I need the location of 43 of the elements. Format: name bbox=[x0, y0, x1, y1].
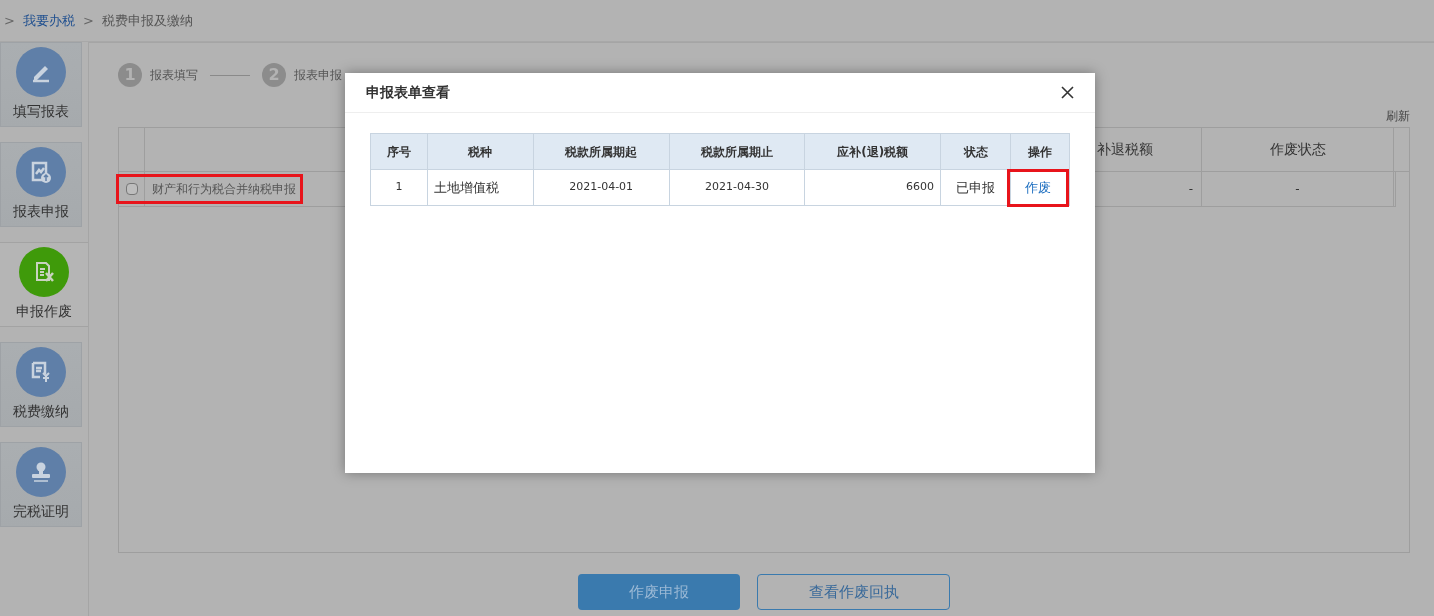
table-cell-text: - bbox=[1188, 181, 1193, 198]
breadcrumb-separator: > bbox=[4, 11, 15, 30]
document-upload-icon bbox=[29, 160, 53, 184]
sidebar-item[interactable]: 填写报表 bbox=[0, 42, 82, 127]
table-cell: 2021-04-30 bbox=[704, 179, 769, 196]
table-cell: 2021-04-01 bbox=[569, 179, 634, 196]
close-icon[interactable] bbox=[1061, 86, 1074, 99]
step-connector bbox=[210, 74, 250, 76]
sidebar-label: 填写报表 bbox=[13, 102, 69, 121]
column-header: 补退税额 bbox=[1097, 140, 1153, 159]
column-header: 作废状态 bbox=[1269, 140, 1326, 159]
stamp-icon bbox=[29, 460, 53, 484]
column-header: 税种 bbox=[468, 143, 493, 161]
table-cell-text: 土地增值税 bbox=[433, 178, 499, 197]
declaration-name: 财产和行为税合并纳税申报 bbox=[116, 174, 303, 204]
column-header: 税款所属期起 bbox=[565, 143, 638, 161]
column-header: 序号 bbox=[386, 143, 411, 161]
breadcrumb-link[interactable]: 我要办税 bbox=[22, 10, 75, 31]
step-label: 报表申报 bbox=[294, 67, 342, 84]
column-header: 税款所属期止 bbox=[701, 143, 773, 161]
sidebar-item[interactable]: 税费缴纳 bbox=[0, 342, 82, 427]
sidebar-label: 申报作废 bbox=[16, 302, 72, 321]
bill-yen-icon bbox=[29, 360, 53, 384]
column-header: 应补(退)税额 bbox=[837, 143, 909, 161]
column-header: 操作 bbox=[1028, 143, 1053, 161]
sidebar-label: 税费缴纳 bbox=[13, 402, 69, 421]
table-cell-text: - bbox=[1295, 181, 1300, 198]
void-link[interactable]: 作废 bbox=[1007, 168, 1069, 207]
dialog-title: 申报表单查看 bbox=[366, 83, 450, 102]
column-header: 状态 bbox=[963, 143, 988, 161]
table-cell: 1 bbox=[395, 179, 403, 196]
sidebar-item[interactable]: 完税证明 bbox=[0, 442, 82, 527]
sidebar-item[interactable]: 申报作废 bbox=[0, 242, 88, 327]
sidebar-item[interactable]: 报表申报 bbox=[0, 142, 82, 227]
table-cell: 6600 bbox=[906, 179, 935, 196]
row-checkbox[interactable] bbox=[125, 183, 138, 195]
breadcrumb-separator: > bbox=[82, 11, 94, 30]
breadcrumb-text: 税费申报及缴纳 bbox=[101, 11, 193, 30]
sidebar-label: 完税证明 bbox=[13, 502, 69, 521]
sidebar-label: 报表申报 bbox=[13, 202, 69, 221]
refresh-link[interactable]: 刷新 bbox=[1386, 107, 1410, 127]
table-cell-text: 已申报 bbox=[956, 178, 996, 197]
step-label: 报表填写 bbox=[150, 67, 198, 84]
